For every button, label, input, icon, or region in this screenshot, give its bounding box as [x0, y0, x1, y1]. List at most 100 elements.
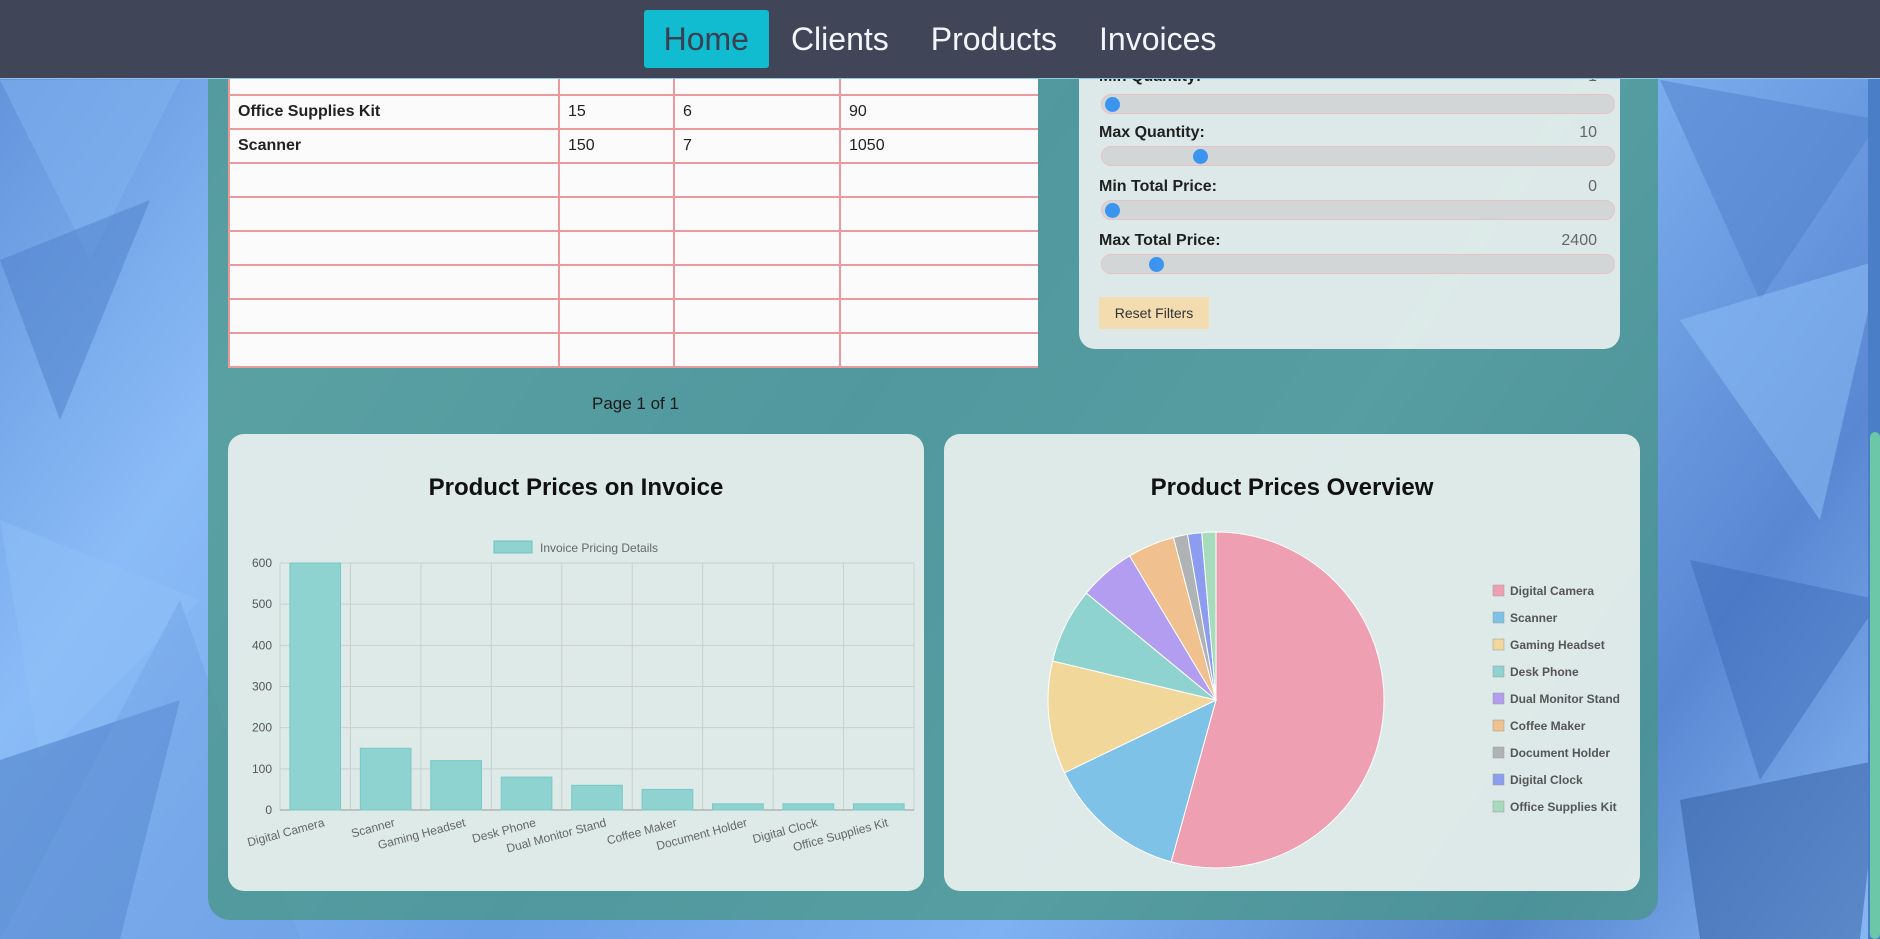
bar[interactable]	[430, 760, 482, 811]
pie-legend-label: Scanner	[1510, 611, 1558, 625]
slider-knob[interactable]	[1105, 97, 1120, 112]
y-tick-label: 200	[252, 721, 272, 735]
product-name-cell	[228, 162, 560, 198]
table-cell: 6	[673, 94, 841, 130]
product-name-cell	[228, 264, 560, 300]
max-quantity-label: Max Quantity:	[1099, 124, 1205, 141]
min-total-price-label: Min Total Price:	[1099, 178, 1217, 195]
max-quantity-value: 10	[1579, 124, 1597, 141]
legend-swatch	[1492, 665, 1505, 678]
y-tick-label: 300	[252, 680, 272, 694]
nav-products[interactable]: Products	[911, 11, 1077, 67]
table-row	[228, 298, 1038, 334]
y-tick-label: 500	[252, 597, 272, 611]
pie-legend-label: Document Holder	[1510, 746, 1610, 760]
pie-legend-label: Coffee Maker	[1510, 719, 1586, 733]
table-row: Scanner 150 7 1050	[228, 128, 1038, 164]
product-name-cell	[228, 196, 560, 232]
bar[interactable]	[852, 803, 905, 811]
min-total-price-value: 0	[1588, 178, 1597, 195]
table-cell: 150	[558, 128, 675, 164]
table-row	[228, 332, 1038, 368]
table-row	[228, 162, 1038, 198]
product-name-cell	[228, 230, 560, 266]
pie-chart-card: Product Prices Overview Digital Camera Sc…	[944, 434, 1640, 891]
y-tick-label: 600	[252, 556, 272, 570]
y-tick-label: 100	[252, 762, 272, 776]
legend-swatch	[1492, 773, 1505, 786]
pie-chart: Digital Camera Scanner Gaming Headset Desk …	[1047, 531, 1620, 869]
x-tick-label: Digital Camera	[246, 815, 327, 849]
max-total-price-label: Max Total Price:	[1099, 232, 1221, 249]
nav-invoices[interactable]: Invoices	[1079, 11, 1236, 67]
product-name-cell: Scanner	[228, 128, 560, 164]
legend-swatch	[1492, 746, 1505, 759]
reset-filters-button[interactable]: Reset Filters	[1099, 297, 1209, 329]
table-cell: 90	[839, 94, 1038, 130]
max-total-price-value: 2400	[1561, 232, 1597, 249]
pie-legend-label: Dual Monitor Stand	[1510, 692, 1620, 706]
min-total-price-slider[interactable]	[1101, 200, 1615, 220]
bar-chart-card: Product Prices on Invoice Invoice Pricin…	[228, 434, 924, 891]
table-cell	[558, 230, 675, 266]
table-cell: 15	[558, 94, 675, 130]
table-row	[228, 196, 1038, 232]
max-total-price-slider[interactable]	[1101, 254, 1615, 274]
table-cell	[673, 298, 841, 334]
table-cell	[673, 162, 841, 198]
bar[interactable]	[641, 788, 694, 811]
bar[interactable]	[500, 776, 553, 811]
max-quantity-slider[interactable]	[1101, 146, 1615, 166]
legend-swatch	[1492, 719, 1505, 732]
table-cell	[839, 162, 1038, 198]
invoice-items-table: Office Supplies Kit 15 6 90 Scanner 150 7 1050	[228, 60, 1038, 376]
slider-knob[interactable]	[1193, 149, 1209, 164]
top-nav: Home Clients Products Invoices	[0, 0, 1880, 79]
min-quantity-slider[interactable]	[1101, 94, 1615, 114]
slider-knob[interactable]	[1105, 203, 1120, 218]
table-row	[228, 230, 1038, 266]
page-scrollbar[interactable]	[1868, 0, 1880, 939]
table-row	[228, 264, 1038, 300]
filters-panel: Min Quantity: 1 Max Quantity: 10 Min Tot…	[1079, 40, 1620, 349]
pagination-status: Page 1 of 1	[592, 394, 679, 413]
pie-legend-label: Gaming Headset	[1510, 638, 1605, 652]
slider-knob[interactable]	[1149, 257, 1165, 272]
table-cell	[558, 298, 675, 334]
table-cell: 7	[673, 128, 841, 164]
scrollbar-thumb[interactable]	[1870, 432, 1880, 939]
product-name-cell: Office Supplies Kit	[228, 94, 560, 130]
table-cell	[839, 298, 1038, 334]
bar[interactable]	[571, 784, 623, 811]
pie-legend-label: Digital Camera	[1510, 584, 1594, 598]
bar-legend: Invoice Pricing Details	[493, 540, 658, 555]
bar-chart: Invoice Pricing Details 0 100 200 300 400 500 6…	[246, 540, 915, 855]
y-tick-label: 400	[252, 638, 272, 652]
pie-legend-label: Desk Phone	[1510, 665, 1579, 679]
legend-swatch	[1492, 800, 1505, 813]
table-cell	[839, 196, 1038, 232]
bar[interactable]	[289, 562, 342, 811]
table-cell	[558, 196, 675, 232]
bar[interactable]	[782, 803, 835, 811]
pie-legend-label: Digital Clock	[1510, 773, 1583, 787]
table-cell	[558, 162, 675, 198]
table-cell	[673, 264, 841, 300]
table-cell	[673, 332, 841, 368]
nav-clients[interactable]: Clients	[771, 11, 909, 67]
table-cell	[673, 230, 841, 266]
table-cell	[839, 332, 1038, 368]
legend-swatch	[493, 540, 533, 554]
table-cell	[558, 264, 675, 300]
table-cell	[839, 230, 1038, 266]
table-row: Office Supplies Kit 15 6 90	[228, 94, 1038, 130]
bar[interactable]	[359, 747, 412, 811]
bar[interactable]	[712, 803, 764, 811]
legend-label: Invoice Pricing Details	[540, 541, 658, 555]
nav-home[interactable]: Home	[643, 10, 769, 68]
table-cell	[839, 264, 1038, 300]
product-name-cell	[228, 298, 560, 334]
table-cell	[673, 196, 841, 232]
y-tick-label: 0	[265, 803, 272, 817]
pie-legend-label: Office Supplies Kit	[1510, 800, 1617, 814]
